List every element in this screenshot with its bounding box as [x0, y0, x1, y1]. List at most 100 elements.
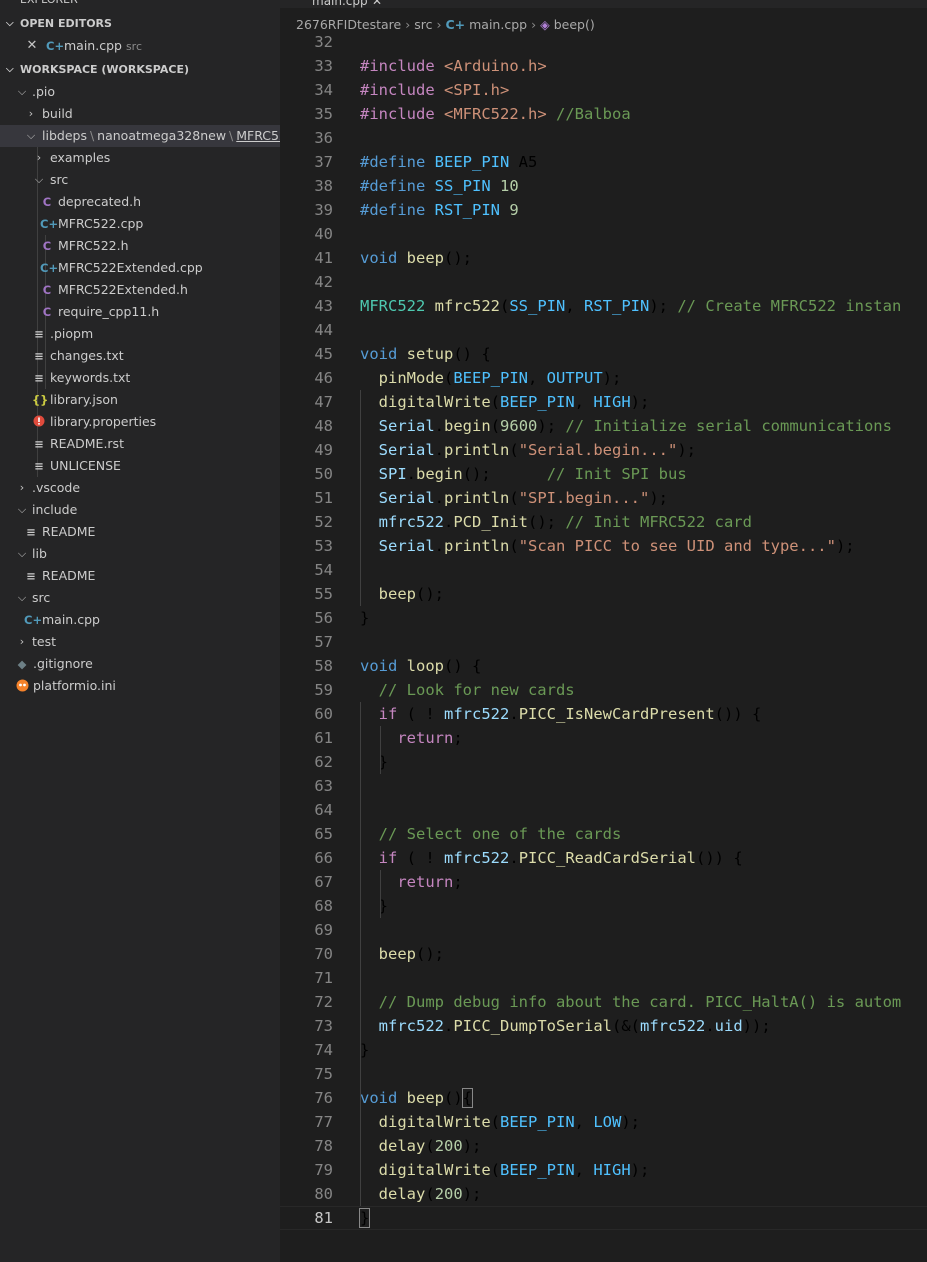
tree-item-file[interactable]: ≡ UNLICENSE: [0, 455, 280, 477]
code-line[interactable]: 62 }: [280, 750, 927, 774]
code-line[interactable]: 43 MFRC522 mfrc522(SS_PIN, RST_PIN); // C…: [280, 294, 927, 318]
tree-item-file[interactable]: ≡ README: [0, 521, 280, 543]
code-line[interactable]: 65 // Select one of the cards: [280, 822, 927, 846]
tree-item-file[interactable]: library.properties: [0, 411, 280, 433]
tree-item-src[interactable]: ⌵ src: [0, 169, 280, 191]
tree-item-file[interactable]: ≡ .piopm: [0, 323, 280, 345]
code-line[interactable]: 46 pinMode(BEEP_PIN, OUTPUT);: [280, 366, 927, 390]
code-line[interactable]: 52 mfrc522.PCD_Init(); // Init MFRC522 c…: [280, 510, 927, 534]
code-line[interactable]: 59 // Look for new cards: [280, 678, 927, 702]
workspace-header[interactable]: ⌵ WORKSPACE (WORKSPACE): [0, 59, 280, 81]
git-icon: ◆: [17, 657, 27, 671]
code-line[interactable]: 76 void beep(){: [280, 1086, 927, 1110]
code-line[interactable]: 60 if ( ! mfrc522.PICC_IsNewCardPresent(…: [280, 702, 927, 726]
code-line[interactable]: 66 if ( ! mfrc522.PICC_ReadCardSerial())…: [280, 846, 927, 870]
code-line[interactable]: 32: [280, 30, 927, 54]
code-line[interactable]: 57: [280, 630, 927, 654]
code-line[interactable]: 61 return;: [280, 726, 927, 750]
code-line[interactable]: 39 #define RST_PIN 9: [280, 198, 927, 222]
code-text: delay(200);: [360, 1134, 482, 1158]
tree-item-file[interactable]: ◆ .gitignore: [0, 653, 280, 675]
code-line[interactable]: 42: [280, 270, 927, 294]
line-number: 74: [314, 1041, 333, 1059]
open-editors-header[interactable]: ⌵ OPEN EDITORS: [0, 13, 280, 35]
code-line[interactable]: 34 #include <SPI.h>: [280, 78, 927, 102]
tree-item-file[interactable]: C+ MFRC522.cpp: [0, 213, 280, 235]
code-line[interactable]: 56}: [280, 606, 927, 630]
tree-item-lib[interactable]: ⌵ lib: [0, 543, 280, 565]
code-line[interactable]: 78 delay(200);: [280, 1134, 927, 1158]
tree-item-pio[interactable]: ⌵ .pio: [0, 81, 280, 103]
code-line[interactable]: 51 Serial.println("SPI.begin...");: [280, 486, 927, 510]
code-line[interactable]: 73 mfrc522.PICC_DumpToSerial(&(mfrc522.u…: [280, 1014, 927, 1038]
code-area[interactable]: 32 33 #include <Arduino.h> 34 #include <SPI.…: [280, 30, 927, 1230]
editor-tab-label[interactable]: main.cpp: [312, 0, 368, 8]
code-line[interactable]: 70 beep();: [280, 942, 927, 966]
code-text: beep();: [360, 942, 444, 966]
code-line[interactable]: 67 return;: [280, 870, 927, 894]
code-line[interactable]: 71: [280, 966, 927, 990]
tree-item-examples[interactable]: › examples: [0, 147, 280, 169]
close-icon[interactable]: ✕: [372, 0, 382, 8]
code-text: #include <MFRC522.h> //Balboa: [360, 102, 631, 126]
code-line[interactable]: 77 digitalWrite(BEEP_PIN, LOW);: [280, 1110, 927, 1134]
code-line[interactable]: 58 void loop() {: [280, 654, 927, 678]
tree-item-test[interactable]: › test: [0, 631, 280, 653]
tree-item-vscode[interactable]: › .vscode: [0, 477, 280, 499]
tree-item-file[interactable]: C+ main.cpp: [0, 609, 280, 631]
code-line[interactable]: 50 SPI.begin(); // Init SPI bus: [280, 462, 927, 486]
tree-item-file[interactable]: C deprecated.h: [0, 191, 280, 213]
workspace-title: WORKSPACE (WORKSPACE): [20, 63, 189, 76]
close-icon[interactable]: ✕: [25, 35, 39, 57]
code-text: void beep(){: [360, 1086, 474, 1110]
tree-item-src[interactable]: ⌵ src: [0, 587, 280, 609]
code-token: ));: [742, 1017, 771, 1035]
code-line[interactable]: 37 #define BEEP_PIN A5: [280, 150, 927, 174]
code-line[interactable]: 44: [280, 318, 927, 342]
code-line[interactable]: 80 delay(200);: [280, 1182, 927, 1206]
code-line[interactable]: 81}: [280, 1206, 927, 1230]
code-line[interactable]: 69: [280, 918, 927, 942]
code-line[interactable]: 74}: [280, 1038, 927, 1062]
code-token: // Init MFRC522 card: [565, 513, 752, 531]
code-line[interactable]: 45 void setup() {: [280, 342, 927, 366]
tree-item-file[interactable]: C MFRC522Extended.h: [0, 279, 280, 301]
code-token: ();: [528, 513, 566, 531]
code-line[interactable]: 35 #include <MFRC522.h> //Balboa: [280, 102, 927, 126]
code-line[interactable]: 38 #define SS_PIN 10: [280, 174, 927, 198]
tree-item-file[interactable]: platformio.ini: [0, 675, 280, 697]
tree-item-file[interactable]: C require_cpp11.h: [0, 301, 280, 323]
code-line[interactable]: 47 digitalWrite(BEEP_PIN, HIGH);: [280, 390, 927, 414]
tree-item-include[interactable]: ⌵ include: [0, 499, 280, 521]
tree-item-libdeps[interactable]: ⌵ libdeps\nanoatmega328new\MFRC522: [0, 125, 280, 147]
tree-item-file[interactable]: ≡ README.rst: [0, 433, 280, 455]
code-line[interactable]: 79 digitalWrite(BEEP_PIN, HIGH);: [280, 1158, 927, 1182]
explorer-title: EXPLORER: [20, 0, 78, 8]
tree-item-file[interactable]: ≡ changes.txt: [0, 345, 280, 367]
tree-item-file[interactable]: C MFRC522.h: [0, 235, 280, 257]
code-line[interactable]: 53 Serial.println("Scan PICC to see UID …: [280, 534, 927, 558]
code-line[interactable]: 54: [280, 558, 927, 582]
code-line[interactable]: 75: [280, 1062, 927, 1086]
tree-item-file[interactable]: ≡ README: [0, 565, 280, 587]
open-editor-item[interactable]: ✕ C+ main.cpp src: [0, 35, 280, 57]
code-line[interactable]: 48 Serial.begin(9600); // Initialize ser…: [280, 414, 927, 438]
tree-item-file[interactable]: ≡ keywords.txt: [0, 367, 280, 389]
code-token: .: [406, 465, 417, 483]
tree-item-file[interactable]: C+ MFRC522Extended.cpp: [0, 257, 280, 279]
code-line[interactable]: 68 }: [280, 894, 927, 918]
code-line[interactable]: 49 Serial.println("Serial.begin...");: [280, 438, 927, 462]
code-line[interactable]: 36: [280, 126, 927, 150]
code-line[interactable]: 55 beep();: [280, 582, 927, 606]
code-line[interactable]: 72 // Dump debug info about the card. PI…: [280, 990, 927, 1014]
code-line[interactable]: 33 #include <Arduino.h>: [280, 54, 927, 78]
code-token: A5: [509, 153, 538, 171]
code-line[interactable]: 40: [280, 222, 927, 246]
tree-item-file[interactable]: {} library.json: [0, 389, 280, 411]
tree-item-build[interactable]: › build: [0, 103, 280, 125]
code-line[interactable]: 41 void beep();: [280, 246, 927, 270]
code-line[interactable]: 63: [280, 774, 927, 798]
code-line[interactable]: 64: [280, 798, 927, 822]
tree-item-label: README.rst: [50, 436, 124, 451]
